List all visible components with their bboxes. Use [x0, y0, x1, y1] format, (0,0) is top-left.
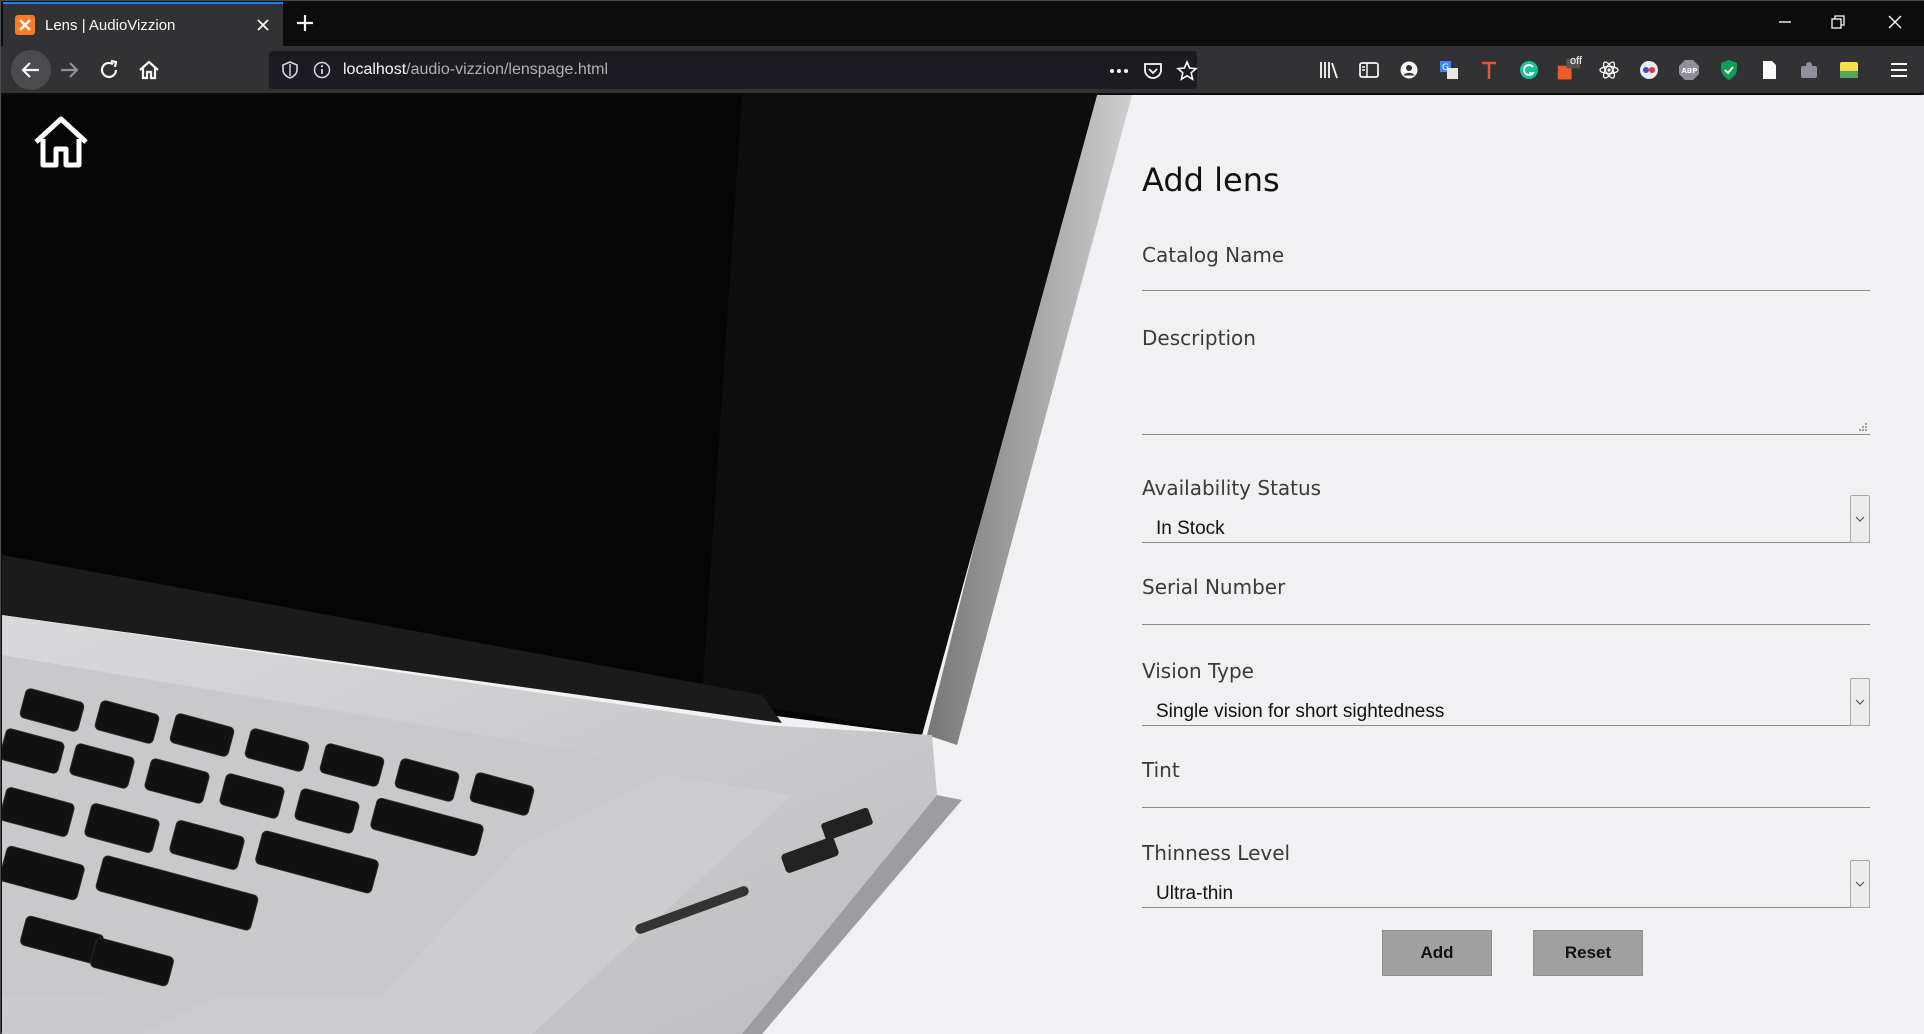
library-icon[interactable] [1317, 58, 1341, 82]
chevron-down-icon[interactable] [1850, 495, 1870, 543]
tab-bar: Lens | AudioVizzion [1, 1, 1924, 46]
hamburger-menu-icon[interactable] [1887, 58, 1911, 82]
home-icon[interactable] [32, 115, 90, 169]
site-info-icon[interactable] [311, 59, 333, 81]
reload-icon[interactable] [94, 55, 124, 85]
url-host: localhost [343, 61, 407, 78]
tab-active[interactable]: Lens | AudioVizzion [3, 2, 283, 46]
availability-status-select[interactable]: In Stock [1142, 495, 1870, 543]
adblock-plus-icon[interactable]: ABP [1677, 58, 1701, 82]
reset-button[interactable]: Reset [1533, 930, 1643, 976]
thinness-level-select[interactable]: Ultra-thin [1142, 860, 1870, 908]
svg-text:G: G [1442, 63, 1449, 73]
screenshot-extension-icon[interactable] [1837, 58, 1861, 82]
bookmark-star-icon[interactable] [1175, 59, 1199, 83]
extension-badge: off [1570, 55, 1583, 67]
xampp-favicon-icon [15, 15, 35, 35]
add-button[interactable]: Add [1382, 930, 1492, 976]
chevron-down-icon[interactable] [1850, 678, 1870, 726]
shield-extension-icon[interactable] [1717, 58, 1741, 82]
home-icon[interactable] [134, 55, 164, 85]
back-arrow-icon[interactable] [11, 50, 51, 90]
url-bar[interactable]: localhost/audio-vizzion/lenspage.html [269, 51, 1199, 89]
svg-text:ABP: ABP [1682, 67, 1698, 75]
new-tab-icon[interactable] [293, 11, 317, 35]
url-path: /audio-vizzion/lenspage.html [406, 61, 609, 78]
tracking-shield-icon[interactable] [279, 59, 301, 81]
url-text: localhost/audio-vizzion/lenspage.html [343, 61, 608, 79]
sidebar-icon[interactable] [1357, 58, 1381, 82]
resize-grip-icon[interactable] [1858, 422, 1868, 432]
forward-arrow-icon[interactable] [54, 55, 84, 85]
add-lens-form: Add lens Catalog Name Description Availa… [1142, 95, 1872, 1034]
document-extension-icon[interactable] [1757, 58, 1781, 82]
window-close-icon[interactable] [1883, 10, 1907, 34]
browser-window: Lens | AudioVizzion localhost/audio-vizz… [0, 0, 1924, 1034]
availability-status-value: In Stock [1156, 518, 1225, 539]
thinness-level-value: Ultra-thin [1156, 883, 1234, 904]
adblock-off-extension-icon[interactable]: off [1557, 55, 1583, 82]
description-textarea[interactable] [1142, 355, 1870, 435]
serial-number-input[interactable] [1142, 595, 1870, 625]
tint-input[interactable] [1142, 778, 1870, 808]
navigation-toolbar: localhost/audio-vizzion/lenspage.html G [1, 46, 1924, 94]
restore-icon[interactable] [1826, 10, 1850, 34]
react-devtools-icon[interactable] [1597, 58, 1621, 82]
grammarly-icon[interactable] [1517, 58, 1541, 82]
form-title: Add lens [1142, 161, 1280, 199]
puzzle-extension-icon[interactable] [1797, 58, 1821, 82]
chevron-down-icon[interactable] [1850, 860, 1870, 908]
minimize-icon[interactable] [1773, 10, 1797, 34]
text-extension-icon[interactable] [1477, 58, 1501, 82]
vision-type-select[interactable]: Single vision for short sightedness [1142, 678, 1870, 726]
translate-extension-icon[interactable]: G [1437, 58, 1461, 82]
tab-close-icon[interactable] [253, 15, 273, 35]
account-icon[interactable] [1397, 58, 1421, 82]
description-label: Description [1142, 326, 1256, 350]
eye-extension-icon[interactable] [1637, 58, 1661, 82]
tab-title: Lens | AudioVizzion [45, 16, 176, 34]
page-actions-icon[interactable] [1107, 59, 1131, 83]
catalog-name-input[interactable] [1142, 261, 1870, 291]
vision-type-value: Single vision for short sightedness [1156, 701, 1445, 722]
pocket-icon[interactable] [1141, 59, 1165, 83]
laptop-hero-image [2, 95, 1142, 1034]
page-content: Add lens Catalog Name Description Availa… [2, 95, 1924, 1034]
